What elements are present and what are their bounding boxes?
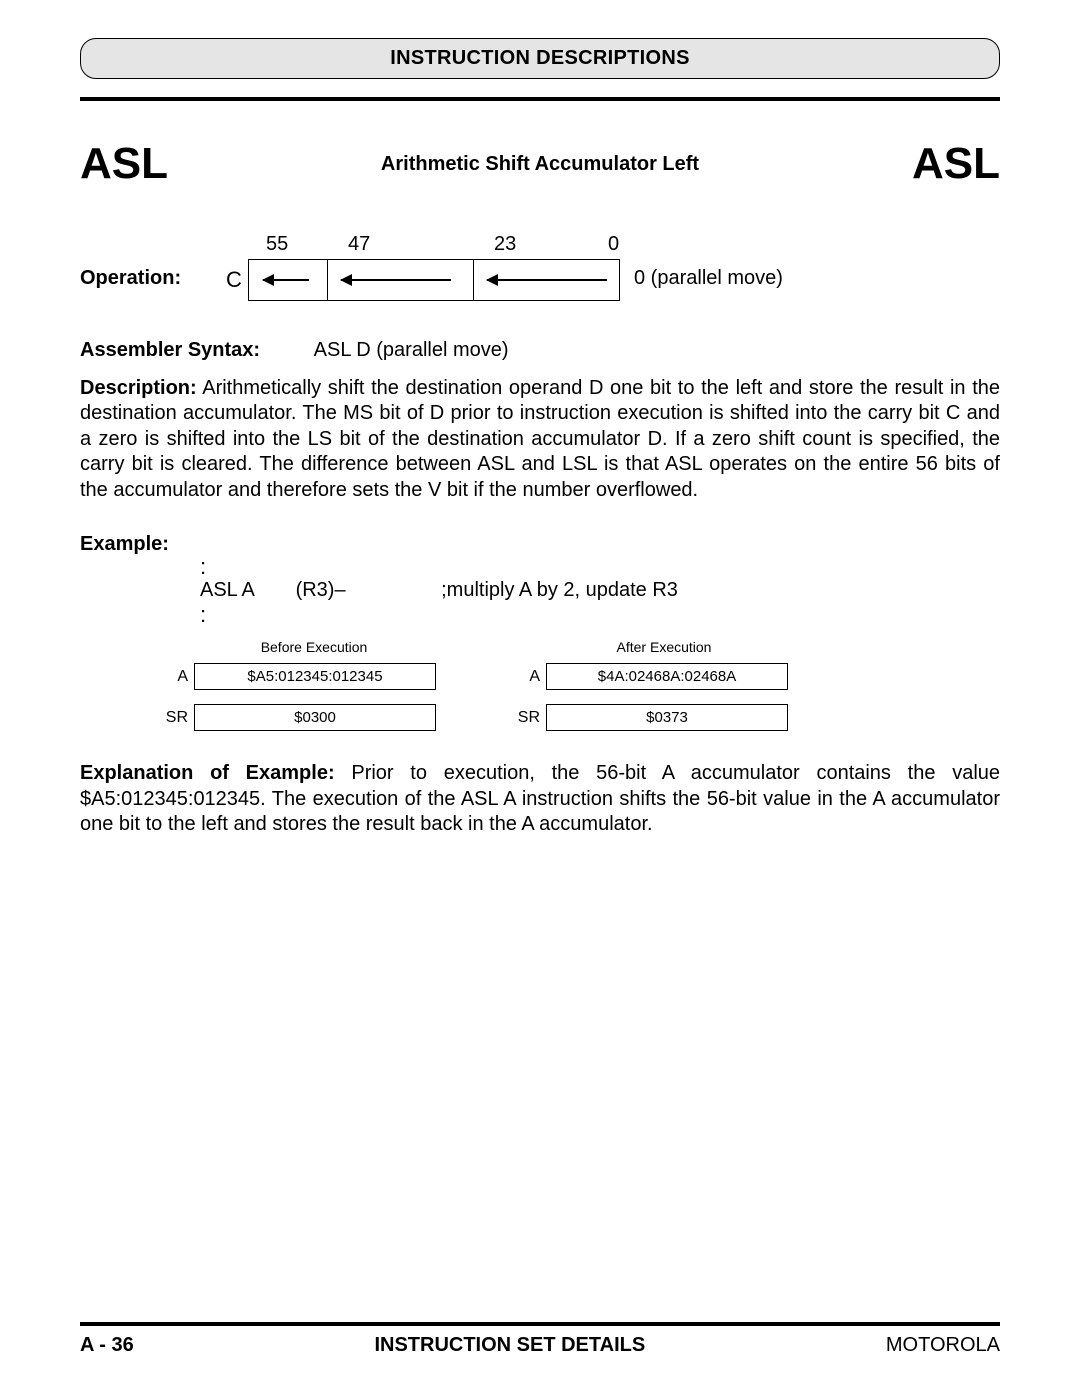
mnemonic-left: ASL: [80, 139, 168, 189]
example-operand: (R3)–: [296, 577, 436, 604]
assembler-syntax: Assembler Syntax: ASL D (parallel move): [80, 339, 1000, 362]
ellipsis: :: [200, 604, 1000, 625]
reg-a-label: A: [140, 668, 194, 686]
mnemonic-right: ASL: [912, 139, 1000, 189]
carry-label: C: [226, 267, 242, 293]
example-code-line: ASL A (R3)– ;multiply A by 2, update R3: [200, 577, 1000, 604]
header-title: INSTRUCTION DESCRIPTIONS: [390, 47, 689, 69]
before-sr-value: $0300: [194, 704, 436, 731]
description-block: Description: Arithmetically shift the de…: [80, 376, 1000, 503]
after-exec-header: After Execution: [544, 639, 784, 655]
description-text: Arithmetically shift the destination ope…: [80, 377, 1000, 501]
example-instr: ASL A: [200, 577, 290, 604]
reg-sr-label: SR: [140, 709, 194, 727]
bit-label-23: 23: [494, 233, 516, 256]
example-block: Example: : ASL A (R3)– ;multiply A by 2,…: [80, 533, 1000, 731]
operation-diagram: Operation: C 55 47 23 0 0 (parallel move…: [80, 239, 1000, 319]
reg-sr-label: SR: [492, 709, 546, 727]
bit-label-55: 55: [266, 233, 288, 256]
description-label: Description:: [80, 377, 197, 399]
example-comment: ;multiply A by 2, update R3: [441, 579, 678, 601]
operation-label: Operation:: [80, 267, 181, 290]
arrow-icon: [263, 279, 309, 281]
header-box: INSTRUCTION DESCRIPTIONS: [80, 38, 1000, 79]
instruction-name: Arithmetic Shift Accumulator Left: [381, 153, 699, 176]
explanation-block: Explanation of Example: Prior to executi…: [80, 761, 1000, 837]
arrow-icon: [341, 279, 451, 281]
execution-table: Before Execution After Execution A $A5:0…: [140, 639, 1000, 731]
bit-label-47: 47: [348, 233, 370, 256]
after-sr-value: $0373: [546, 704, 788, 731]
ellipsis: :: [200, 556, 1000, 577]
after-a-value: $4A:02468A:02468A: [546, 663, 788, 690]
footer-section: INSTRUCTION SET DETAILS: [374, 1334, 645, 1357]
page: INSTRUCTION DESCRIPTIONS ASL Arithmetic …: [0, 0, 1080, 1397]
reg-a-label: A: [492, 668, 546, 686]
page-footer: A - 36 INSTRUCTION SET DETAILS MOTOROLA: [80, 1322, 1000, 1357]
top-rule: [80, 97, 1000, 101]
parallel-move-note: 0 (parallel move): [634, 267, 783, 290]
page-number: A - 36: [80, 1334, 134, 1357]
explanation-label: Explanation of Example:: [80, 762, 335, 784]
before-a-value: $A5:012345:012345: [194, 663, 436, 690]
arrow-icon: [487, 279, 607, 281]
example-label: Example:: [80, 533, 1000, 556]
assembler-label: Assembler Syntax:: [80, 339, 260, 361]
footer-vendor: MOTOROLA: [886, 1334, 1000, 1357]
instruction-title-row: ASL Arithmetic Shift Accumulator Left AS…: [80, 139, 1000, 189]
bit-label-0: 0: [608, 233, 619, 256]
before-exec-header: Before Execution: [194, 639, 434, 655]
assembler-value: ASL D (parallel move): [314, 339, 509, 361]
footer-rule: [80, 1322, 1000, 1326]
register-box: [248, 259, 620, 301]
